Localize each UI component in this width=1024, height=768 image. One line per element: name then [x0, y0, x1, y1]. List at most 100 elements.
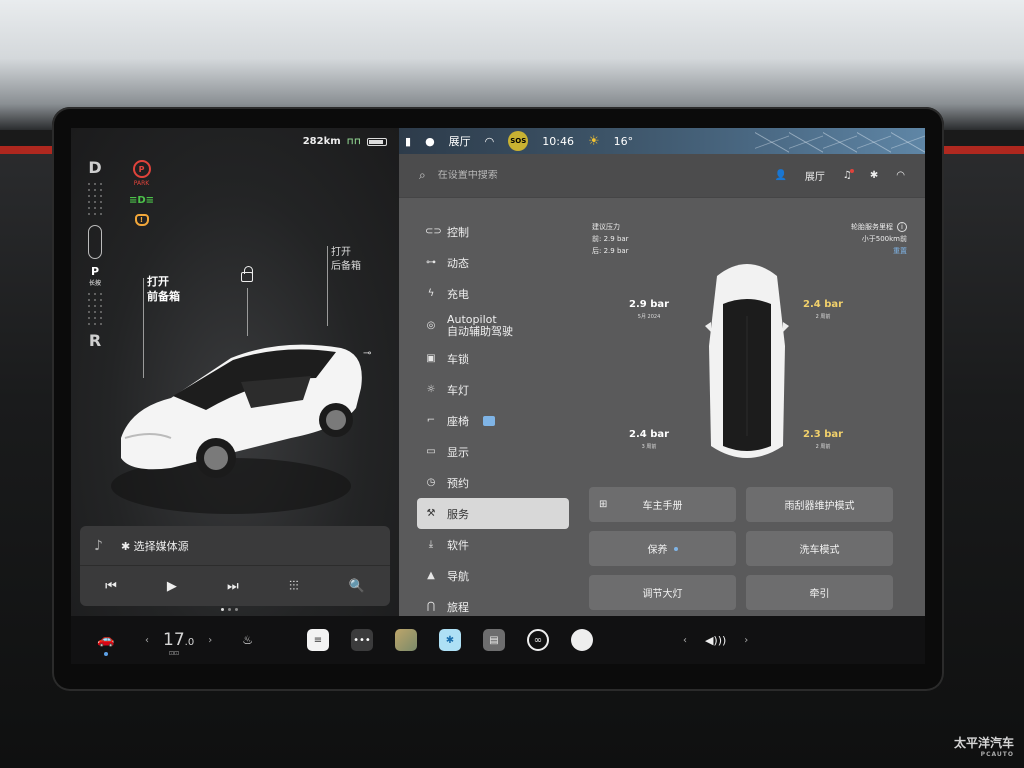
pager-dot[interactable] [221, 608, 224, 611]
settings-menu: ⊂⊃ 控制 ⊶ 动态 ϟ 充电 ◎ Autopilot 自动辅助驾驶 ▣ 车锁 ☼ 车灯 ⌐… [417, 216, 569, 616]
maintenance-button[interactable]: 保养 [589, 531, 736, 566]
owners-manual-label: 车主手册 [642, 501, 683, 512]
open-trunk-button[interactable]: 打开 后备箱 [331, 246, 361, 274]
maintenance-label: 保养 [647, 545, 668, 556]
calendar-app-icon[interactable]: ▤ [482, 629, 505, 651]
temp-decimal: .0 [184, 637, 195, 648]
notes-app-icon[interactable]: ≡ [306, 629, 329, 651]
profile-name[interactable]: 展厅 [805, 168, 825, 183]
cabin-temperature[interactable]: 17.0 ⊡⊡ [163, 630, 195, 657]
unlock-icon[interactable] [241, 266, 253, 282]
light-icon: ☼ [426, 384, 436, 395]
car-menu-icon[interactable]: 🚗 [71, 632, 141, 656]
wiper-service-mode-button[interactable]: 雨刮器维护模式 [746, 487, 893, 522]
toggle-icon: ⊂⊃ [425, 226, 442, 237]
sos-button[interactable]: SOS [508, 131, 529, 151]
select-media-source[interactable]: ✱ 选择媒体源 [121, 538, 189, 554]
tire-pressure-warning-icon: ! [134, 214, 149, 226]
menu-item-label: 充电 [447, 287, 469, 301]
map-preview[interactable] [755, 128, 925, 154]
menu-item-autopilot[interactable]: ◎ Autopilot 自动辅助驾驶 [417, 309, 569, 343]
gear-selector[interactable]: D P 长按 R [81, 158, 109, 368]
menu-item-lights[interactable]: ☼ 车灯 [417, 374, 569, 405]
menu-item-locks[interactable]: ▣ 车锁 [417, 343, 569, 374]
watermark-brand: 太平洋汽车 [953, 736, 1014, 750]
menu-item-label: 预约 [447, 476, 469, 490]
gear-r[interactable]: R [89, 331, 101, 350]
adjust-headlights-button[interactable]: 调节大灯 [589, 575, 736, 610]
map-status-bar[interactable]: ▮ ● 展厅 ◠ SOS 10:46 ☀ 16° [399, 128, 925, 154]
open-frunk-button[interactable]: 打开 前备箱 [147, 274, 180, 304]
bluetooth-icon[interactable]: ✱ [870, 170, 878, 181]
more-apps-icon[interactable]: ••• [350, 629, 373, 651]
indicator-stack: P PARK ≡D≡ ! [129, 160, 154, 226]
menu-item-navigation[interactable]: ▲ 导航 [417, 560, 569, 591]
pager-dot[interactable] [228, 608, 231, 611]
tire-rr-date: 2 周前 [815, 444, 831, 450]
temp-decrease-button[interactable]: ‹ [145, 635, 149, 646]
header-actions: 👤 展厅 ♫ ✱ ◠ [774, 168, 905, 183]
park-label: PARK [133, 180, 150, 187]
network-app-icon[interactable]: ∞ [526, 629, 549, 651]
menu-item-trips[interactable]: ⋂ 旅程 [417, 591, 569, 616]
menu-item-seats[interactable]: ⌐ 座椅 [417, 405, 569, 436]
next-track-icon[interactable]: ⏭ [227, 579, 239, 594]
gear-p[interactable]: P [91, 265, 99, 278]
equalizer-icon[interactable]: ⫶⫶⫶ [289, 579, 299, 594]
menu-item-service[interactable]: ⚒ 服务 [417, 498, 569, 529]
wifi-settings-icon[interactable]: ◠ [896, 170, 905, 181]
watermark-sub: PCAUTO [980, 751, 1014, 758]
speaker-icon[interactable]: ◀))) [705, 634, 726, 647]
camera-app-icon[interactable] [570, 629, 593, 651]
seat-heater-icon[interactable]: ♨ [242, 633, 253, 647]
menu-item-label: 服务 [447, 507, 469, 521]
menu-item-display[interactable]: ▭ 显示 [417, 436, 569, 467]
previous-track-icon[interactable]: ⏮ [105, 579, 117, 594]
play-icon[interactable]: ▶ [167, 579, 177, 594]
vehicle-pane[interactable]: 282km ⊓⊓ D P 长按 R P PARK ≡D≡ ! 打开 前备箱 打开… [71, 128, 399, 616]
car-3d-render[interactable] [111, 318, 391, 528]
seat-icon: ⌐ [426, 415, 436, 426]
gear-track-bottom [86, 291, 104, 327]
tire-front-right: 2.4 bar 2 周前 [803, 298, 843, 324]
car-wash-mode-button[interactable]: 洗车模式 [746, 531, 893, 566]
volume-down-button[interactable]: ‹ [683, 635, 687, 646]
menu-item-label: 车锁 [447, 352, 469, 366]
tire-fr-value: 2.4 bar [803, 299, 844, 310]
pager-dot[interactable] [235, 608, 238, 611]
tow-mode-button[interactable]: 牵引 [746, 575, 893, 610]
tire-rear-right: 2.3 bar 2 周前 [803, 428, 843, 454]
wifi-icon: ◠ [484, 134, 495, 148]
menu-item-schedule[interactable]: ◷ 预约 [417, 467, 569, 498]
menu-item-software[interactable]: ⤓ 软件 [417, 529, 569, 560]
reset-link[interactable]: 重置 [851, 245, 907, 257]
media-search-icon[interactable]: 🔍 [349, 579, 365, 594]
menu-item-dynamics[interactable]: ⊶ 动态 [417, 247, 569, 278]
photos-app-icon[interactable] [394, 629, 417, 651]
profile-icon: ● [425, 134, 435, 148]
temp-increase-button[interactable]: › [208, 635, 212, 646]
menu-item-label: 控制 [447, 225, 469, 239]
gear-d[interactable]: D [88, 158, 101, 177]
media-pager[interactable] [221, 608, 238, 611]
menu-item-label: Autopilot 自动辅助驾驶 [447, 313, 513, 338]
person-icon[interactable]: 👤 [774, 170, 786, 181]
outside-temperature: 16° [613, 134, 634, 148]
media-source-row[interactable]: ♪ ✱ 选择媒体源 [80, 526, 390, 566]
bluetooth-app-icon[interactable]: ✱ [438, 629, 461, 651]
display-icon: ▭ [426, 446, 436, 457]
temp-value: 17 [163, 630, 185, 650]
owners-manual-button[interactable]: ⊞ 车主手册 [589, 487, 736, 522]
settings-search-input[interactable] [437, 170, 638, 181]
clock-time: 10:46 [542, 134, 574, 148]
trip-icon: ⋂ [426, 601, 436, 612]
volume-up-button[interactable]: › [744, 635, 748, 646]
tire-rr-value: 2.3 bar [803, 429, 844, 440]
info-icon[interactable]: i [897, 222, 907, 232]
notification-bell-icon[interactable]: ♫ [843, 169, 854, 181]
menu-item-controls[interactable]: ⊂⊃ 控制 [417, 216, 569, 247]
tire-fr-date: 2 周前 [815, 314, 831, 320]
settings-pane: ▮ ● 展厅 ◠ SOS 10:46 ☀ 16° ⌕ 👤 展厅 ♫ ✱ ◠ ⊂⊃… [399, 128, 925, 616]
menu-item-charging[interactable]: ϟ 充电 [417, 278, 569, 309]
charge-port-icon[interactable]: ⊸ [363, 348, 371, 359]
